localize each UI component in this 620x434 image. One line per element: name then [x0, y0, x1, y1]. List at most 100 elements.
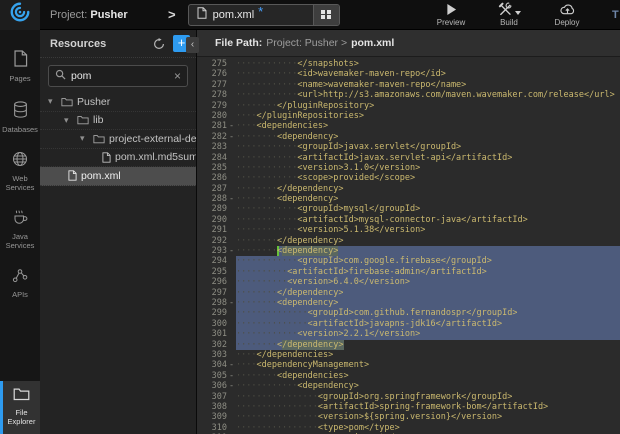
code-line[interactable]: 280····</pluginRepositories> — [197, 111, 620, 121]
code-line[interactable]: 298-········<dependency> — [197, 298, 620, 308]
sidebar-item-java-services[interactable]: Java Services — [0, 201, 40, 259]
expand-arrow-icon[interactable]: ▾ — [80, 133, 89, 144]
code-line[interactable]: 303····</dependencies> — [197, 350, 620, 360]
code-line[interactable]: 285············<version>3.1.0</version> — [197, 163, 620, 173]
code-line[interactable]: 275············</snapshots> — [197, 59, 620, 69]
line-fill — [374, 101, 620, 111]
code-line[interactable]: 281-····<dependencies> — [197, 121, 620, 131]
code-line[interactable]: 308················<artifactId>spring-fr… — [197, 402, 620, 412]
build-button[interactable]: Build — [490, 2, 528, 27]
tab-list-button[interactable] — [313, 4, 339, 26]
tree-label: project-external-dependencies — [109, 133, 196, 145]
line-fill — [333, 350, 620, 360]
code-line[interactable]: 292········</dependency> — [197, 236, 620, 246]
code-line[interactable]: 286············<scope>provided</scope> — [197, 173, 620, 183]
logo-swirl-icon — [9, 1, 31, 28]
preview-button[interactable]: Preview — [432, 2, 470, 27]
sidebar-item-web-services[interactable]: Web Services — [0, 143, 40, 201]
refresh-button[interactable] — [151, 36, 167, 52]
indent-whitespace-dots: ············ — [236, 381, 297, 391]
code-text: </pluginRepositories> — [256, 111, 363, 121]
code-line[interactable]: 294············<groupId>com.google.fireb… — [197, 256, 620, 266]
fold-marker-icon[interactable]: - — [227, 194, 236, 204]
code-text: <groupId>org.springframework</groupId> — [318, 392, 512, 402]
fold-gutter — [227, 402, 236, 412]
search-input[interactable] — [71, 70, 169, 82]
code-line[interactable]: 287········</dependency> — [197, 184, 620, 194]
collapse-panel-button[interactable]: ‹ — [186, 37, 199, 53]
code-line[interactable]: 299··············<groupId>com.github.fer… — [197, 308, 620, 318]
code-line[interactable]: 310················<type>pom</type> — [197, 423, 620, 433]
resources-header: Resources + — [40, 30, 196, 58]
line-fill — [615, 90, 620, 100]
fold-gutter — [227, 142, 236, 152]
code-line[interactable]: 300··············<artifactId>javapns-jdk… — [197, 319, 620, 329]
fold-marker-icon[interactable]: - — [227, 360, 236, 370]
line-fill — [359, 59, 620, 69]
code-line[interactable]: 289············<groupId>mysql</groupId> — [197, 204, 620, 214]
code-line[interactable]: 282-········<dependency> — [197, 132, 620, 142]
code-line[interactable]: 309················<version>${spring.ver… — [197, 412, 620, 422]
fold-marker-icon[interactable]: - — [227, 298, 236, 308]
code-line[interactable]: 302········</dependency> — [197, 340, 620, 350]
code-text: <dependency> — [277, 246, 338, 256]
sidebar-item-pages[interactable]: Pages — [0, 42, 40, 93]
tree-label: Pusher — [77, 96, 110, 108]
wavemaker-logo[interactable] — [0, 0, 40, 30]
line-number: 300 — [197, 319, 227, 329]
code-area[interactable]: 275············</snapshots>276··········… — [197, 57, 620, 434]
clear-search-icon[interactable]: × — [174, 71, 181, 81]
code-line[interactable]: 284············<artifactId>javax.servlet… — [197, 153, 620, 163]
fold-marker-icon[interactable]: - — [227, 121, 236, 131]
file-tab-pom-xml[interactable]: pom.xml * — [188, 4, 340, 26]
line-fill — [420, 329, 620, 339]
code-line[interactable]: 279········</pluginRepository> — [197, 101, 620, 111]
code-line[interactable]: 297········</dependency> — [197, 288, 620, 298]
code-text: <dependency> — [277, 194, 338, 204]
code-line[interactable]: 288-········<dependency> — [197, 194, 620, 204]
code-line[interactable]: 293-········<dependency> — [197, 246, 620, 256]
code-text: <id>wavemaker-maven-repo</id> — [297, 69, 445, 79]
code-line[interactable]: 290············<artifactId>mysql-connect… — [197, 215, 620, 225]
fold-marker-icon[interactable]: - — [227, 246, 236, 256]
code-line[interactable]: 295··········<artifactId>firebase-admin<… — [197, 267, 620, 277]
tree-item-pom-xml[interactable]: pom.xml — [40, 167, 196, 186]
sidebar-item-file-explorer[interactable]: File Explorer — [0, 381, 40, 434]
sidebar-item-apis[interactable]: APIs — [0, 259, 40, 309]
line-fill — [492, 256, 620, 266]
code-line[interactable]: 277············<name>wavemaker-maven-rep… — [197, 80, 620, 90]
expand-arrow-icon[interactable]: ▾ — [48, 96, 57, 107]
code-line[interactable]: 301············<version>2.2.1</version> — [197, 329, 620, 339]
project-breadcrumb[interactable]: Project: Pusher — [50, 9, 168, 21]
resource-search[interactable]: × — [48, 65, 188, 87]
fold-marker-icon[interactable]: - — [227, 132, 236, 142]
code-line[interactable]: 291············<version>5.1.38</version> — [197, 225, 620, 235]
expand-arrow-icon[interactable]: ▾ — [64, 115, 73, 126]
indent-whitespace-dots: ········ — [236, 288, 277, 298]
code-line[interactable]: 307················<groupId>org.springfr… — [197, 392, 620, 402]
file-tab-main[interactable]: pom.xml * — [189, 6, 313, 24]
tree-item-pom-xml-md5sum[interactable]: pom.xml.md5sum — [40, 149, 196, 168]
line-number: 276 — [197, 69, 227, 79]
indent-whitespace-dots: ·········· — [236, 267, 287, 277]
code-line[interactable]: 305-········<dependencies> — [197, 371, 620, 381]
code-line[interactable]: 276············<id>wavemaker-maven-repo<… — [197, 69, 620, 79]
code-line[interactable]: 306-············<dependency> — [197, 381, 620, 391]
tree-label: pom.xml.md5sum — [115, 151, 196, 163]
sidebar-item-databases[interactable]: Databases — [0, 93, 40, 144]
fold-marker-icon[interactable]: - — [227, 381, 236, 391]
fold-marker-icon[interactable]: - — [227, 371, 236, 381]
line-number: 275 — [197, 59, 227, 69]
line-number: 280 — [197, 111, 227, 121]
deploy-button[interactable]: Deploy — [548, 2, 586, 27]
right-edge-partial-text[interactable]: T — [612, 9, 620, 21]
code-line[interactable]: 278············<url>http://s3.amazonaws.… — [197, 90, 620, 100]
indent-whitespace-dots: ···· — [236, 350, 256, 360]
code-line[interactable]: 304-····<dependencyManagement> — [197, 360, 620, 370]
tree-item-lib[interactable]: ▾ lib — [40, 112, 196, 131]
build-menu-chevron-icon[interactable] — [515, 11, 521, 15]
tree-item-project-external-dependencies[interactable]: ▾ project-external-dependencies — [40, 130, 196, 149]
code-line[interactable]: 283············<groupId>javax.servlet</g… — [197, 142, 620, 152]
tree-item-pusher[interactable]: ▾ Pusher — [40, 93, 196, 112]
code-line[interactable]: 296··········<version>6.4.0</version> — [197, 277, 620, 287]
